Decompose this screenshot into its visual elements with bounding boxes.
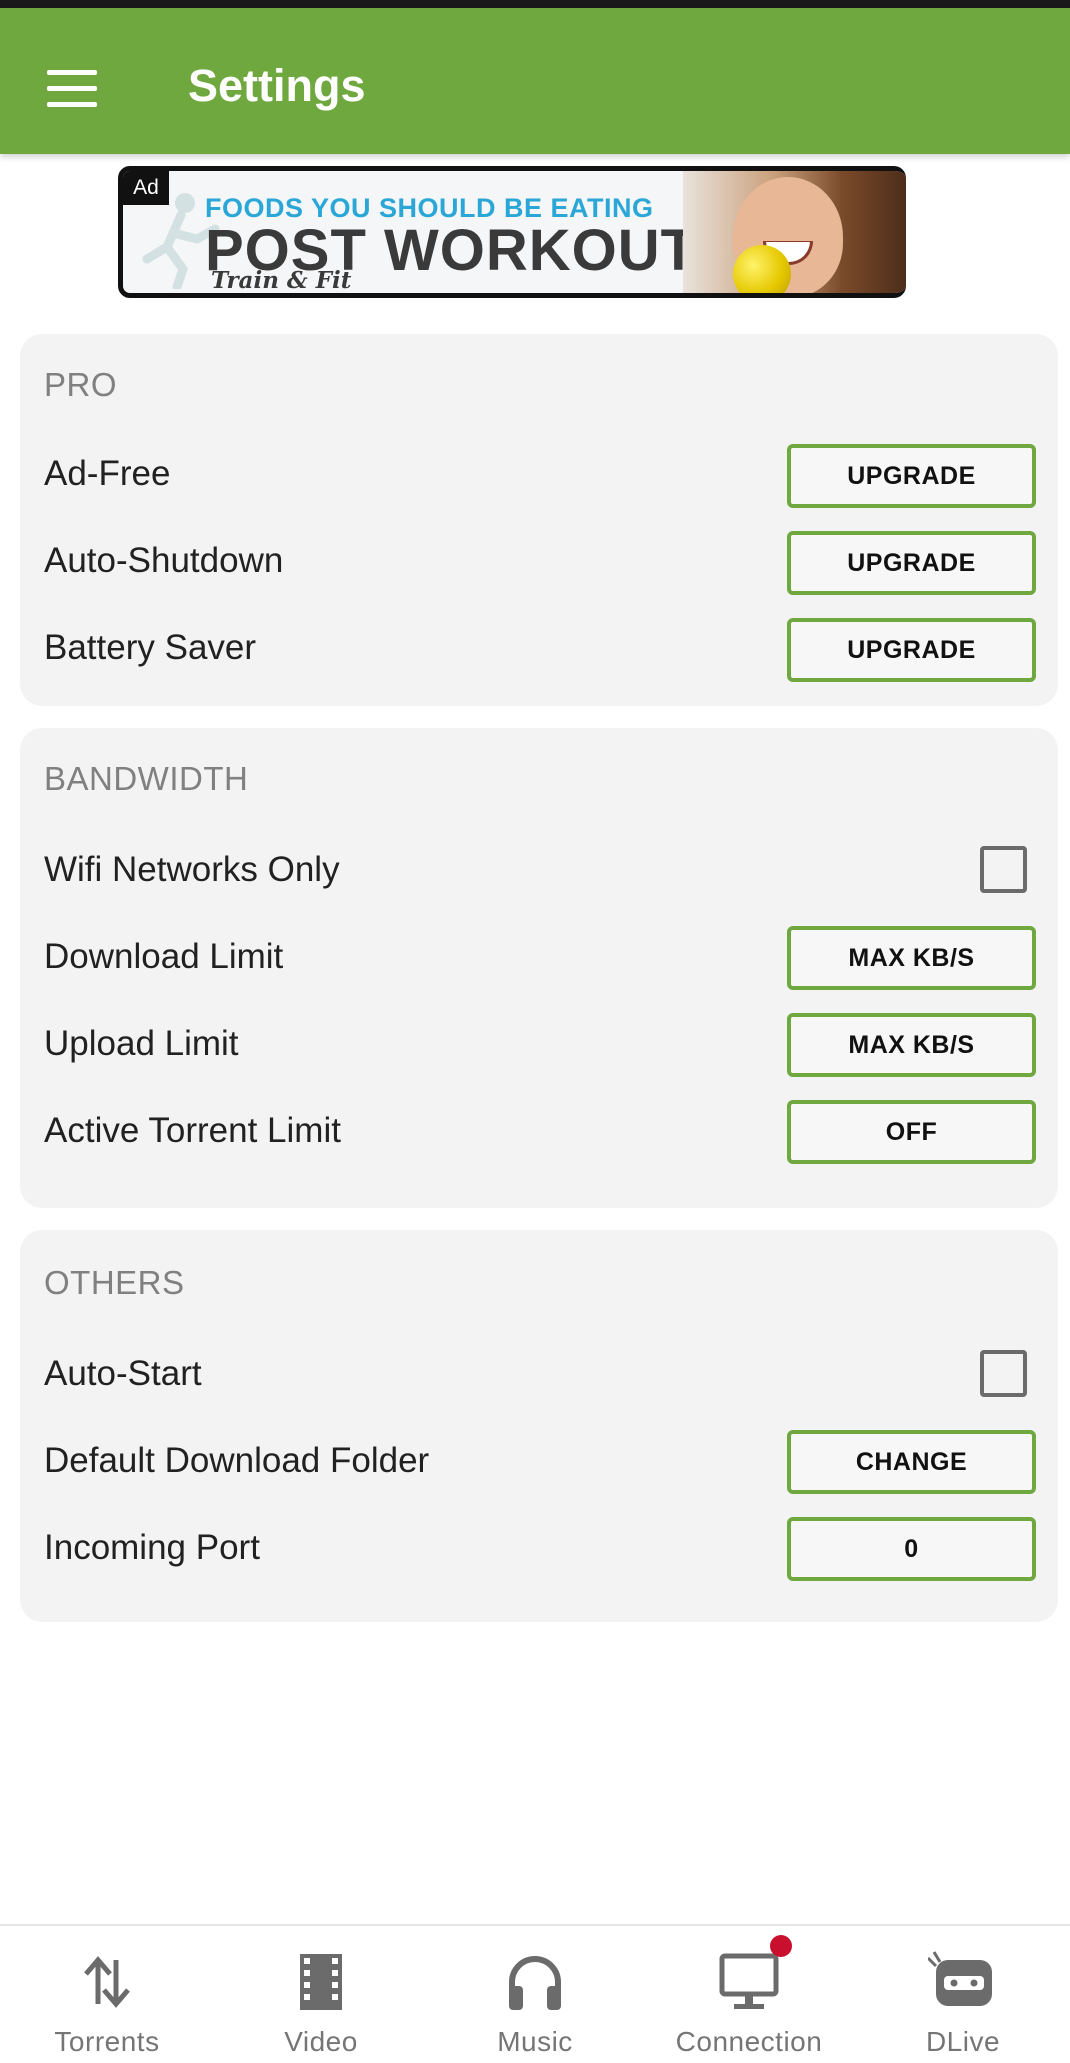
nav-label-dlive: DLive [925,2026,1001,2057]
page-title: Settings [188,60,366,111]
nav-label-connection: Connection [675,2026,823,2057]
nav-item-video[interactable]: Video [214,1926,428,2063]
bandwidth-section: BANDWIDTH Wifi Networks Only Download Li… [20,728,1058,1208]
auto-shutdown-upgrade-button[interactable]: UPGRADE [787,531,1036,595]
hamburger-menu-icon[interactable] [30,46,114,130]
change-folder-button[interactable]: CHANGE [787,1430,1036,1494]
battery-saver-upgrade-button[interactable]: UPGRADE [787,618,1036,682]
ad-banner[interactable]: Ad FOODS YOU SHOULD BE EATING POST WORKO… [118,166,906,298]
monitor-icon [719,1953,779,2009]
bottom-navigation: Torrents Video Music Connection DLive [0,1924,1070,2063]
status-bar [0,0,1070,8]
wifi-only-label: Wifi Networks Only [44,850,340,889]
app-bar: Settings [0,8,1070,154]
dlive-mascot-icon [928,1951,992,2006]
wifi-only-checkbox[interactable] [980,846,1027,893]
section-title-bandwidth: BANDWIDTH [44,760,249,797]
section-title-others: OTHERS [44,1264,185,1301]
apple-image [733,245,791,293]
headphones-icon [509,1956,561,2010]
auto-shutdown-label: Auto-Shutdown [44,541,284,580]
nav-label-video: Video [284,2026,358,2057]
default-download-folder-label: Default Download Folder [44,1441,430,1480]
pro-section: PRO Ad-Free UPGRADE Auto-Shutdown UPGRAD… [20,334,1058,706]
nav-label-music: Music [497,2026,573,2057]
upload-limit-button[interactable]: MAX KB/S [787,1013,1036,1077]
battery-saver-label: Battery Saver [44,628,257,667]
notification-badge [770,1935,792,1957]
ad-free-label: Ad-Free [44,454,171,493]
incoming-port-button[interactable]: 0 [787,1517,1036,1581]
ad-free-upgrade-button[interactable]: UPGRADE [787,444,1036,508]
nav-item-connection[interactable]: Connection [642,1926,856,2063]
film-strip-icon [300,1954,342,2010]
others-section: OTHERS Auto-Start Default Download Folde… [20,1230,1058,1622]
ad-brand: Train & Fit [211,267,352,294]
auto-start-checkbox[interactable] [980,1350,1027,1397]
transfer-arrows-icon [84,1956,130,2008]
download-limit-button[interactable]: MAX KB/S [787,926,1036,990]
active-torrent-limit-button[interactable]: OFF [787,1100,1036,1164]
section-title-pro: PRO [44,366,118,403]
active-torrent-limit-label: Active Torrent Limit [44,1111,341,1150]
incoming-port-label: Incoming Port [44,1528,260,1567]
nav-item-torrents[interactable]: Torrents [0,1926,214,2063]
auto-start-label: Auto-Start [44,1354,202,1393]
nav-item-music[interactable]: Music [428,1926,642,2063]
nav-label-torrents: Torrents [54,2026,160,2057]
nav-item-dlive[interactable]: DLive [856,1926,1070,2063]
download-limit-label: Download Limit [44,937,284,976]
upload-limit-label: Upload Limit [44,1024,239,1063]
